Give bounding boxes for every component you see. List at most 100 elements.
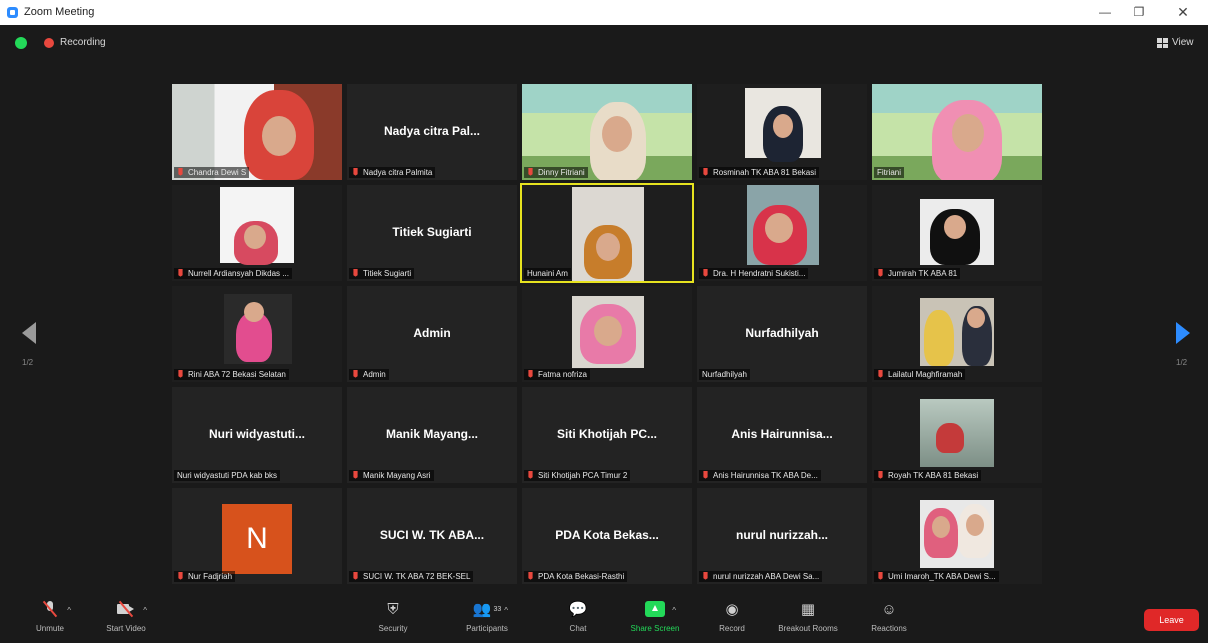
breakout-rooms-button[interactable]: ▦ Breakout Rooms — [773, 600, 843, 633]
participant-video — [172, 84, 342, 180]
participant-figure — [924, 310, 954, 366]
participant-name-label: Admin — [349, 369, 389, 380]
participant-face — [244, 302, 264, 322]
participants-button[interactable]: 👥 33 Participants ^ — [452, 600, 522, 633]
participants-count: 33 — [493, 605, 502, 613]
participant-tile[interactable]: N Nur Fadjriah — [172, 488, 342, 584]
active-speaker-tile[interactable]: Hunaini Am — [520, 183, 694, 283]
participant-name-label: Fatma nofriza — [524, 369, 590, 380]
participant-tile[interactable]: PDA Kota Bekas... PDA Kota Bekasi-Rasthi — [522, 488, 692, 584]
participant-tile[interactable]: Dinny Fitriani — [522, 84, 692, 180]
reactions-button[interactable]: ☺ Reactions — [854, 600, 924, 634]
security-label: Security — [378, 624, 408, 633]
participant-face — [966, 514, 984, 536]
chat-label: Chat — [569, 624, 587, 633]
recording-dot-icon — [44, 38, 54, 48]
recording-label[interactable]: Recording — [60, 37, 106, 48]
record-button[interactable]: ◉ Record — [697, 600, 767, 633]
meeting-top-bar: Recording View — [0, 25, 1208, 63]
participant-video — [872, 286, 1042, 382]
security-button[interactable]: ⛨ Security — [358, 600, 428, 634]
previous-page-arrow-icon[interactable] — [22, 322, 36, 344]
meeting-info-shield-icon[interactable] — [15, 37, 27, 49]
muted-mic-icon — [703, 269, 708, 277]
participant-video — [172, 185, 342, 281]
participant-tile[interactable]: Dra. H Hendratni Sukisti... — [697, 185, 867, 281]
participant-tile[interactable]: Siti Khotijah PC... Siti Khotijah PCA Ti… — [522, 387, 692, 483]
participant-tile[interactable]: nurul nurizzah... nurul nurizzah ABA Dew… — [697, 488, 867, 584]
participant-tile[interactable]: Umi Imaroh_TK ABA Dewi S... — [872, 488, 1042, 584]
page-indicator-right: 1/2 — [1176, 358, 1188, 367]
participant-tile[interactable]: Royah TK ABA 81 Bekasi — [872, 387, 1042, 483]
share-screen-label: Share Screen — [630, 624, 680, 633]
breakout-rooms-label: Breakout Rooms — [778, 624, 838, 633]
participant-tile[interactable]: Nuri widyastuti... Nuri widyastuti PDA k… — [172, 387, 342, 483]
audio-options-caret-icon[interactable]: ^ — [67, 606, 71, 615]
minimize-button[interactable]: — — [1090, 2, 1120, 22]
next-page-arrow-icon[interactable] — [1176, 322, 1190, 344]
participant-display-name: Titiek Sugiarti — [392, 225, 472, 239]
participant-name-label: nurul nurizzah ABA Dewi Sa... — [699, 571, 823, 582]
participant-tile[interactable]: Nurrell Ardiansyah Dikdas ... — [172, 185, 342, 281]
participant-tile[interactable]: SUCI W. TK ABA... SUCI W. TK ABA 72 BEK-… — [347, 488, 517, 584]
participant-display-name: SUCI W. TK ABA... — [379, 528, 485, 542]
participant-tile[interactable]: Fitriani — [872, 84, 1042, 180]
participant-face — [952, 114, 984, 152]
record-icon: ◉ — [725, 601, 739, 618]
participant-tile[interactable]: Nadya citra Pal... Nadya citra Palmita — [347, 84, 517, 180]
participant-name-label: Manik Mayang Asri — [349, 470, 434, 481]
unmute-button[interactable]: Unmute ^ — [15, 600, 85, 633]
participant-tile[interactable]: Rosminah TK ABA 81 Bekasi — [697, 84, 867, 180]
restore-button[interactable]: ❐ — [1124, 2, 1154, 22]
participant-video — [872, 185, 1042, 281]
participant-name-label: Royah TK ABA 81 Bekasi — [874, 470, 982, 481]
muted-mic-icon — [353, 471, 358, 479]
record-label: Record — [719, 624, 745, 633]
participant-display-name: Manik Mayang... — [385, 427, 479, 441]
participant-name-label: Rini ABA 72 Bekasi Selatan — [174, 369, 289, 380]
chat-bubble-icon: 💬 — [568, 601, 588, 618]
participants-icon: 👥 33 — [472, 601, 502, 618]
participant-face — [944, 215, 966, 239]
muted-mic-icon — [178, 269, 183, 277]
participant-video — [522, 286, 692, 382]
participant-name-label: Nurrell Ardiansyah Dikdas ... — [174, 268, 292, 279]
participant-display-name: Siti Khotijah PC... — [556, 427, 657, 441]
muted-mic-icon — [703, 168, 708, 176]
participant-tile[interactable]: Jumirah TK ABA 81 — [872, 185, 1042, 281]
participant-face — [602, 116, 632, 152]
participants-caret-icon[interactable]: ^ — [504, 606, 508, 615]
participant-name-label: Dra. H Hendratni Sukisti... — [699, 268, 809, 279]
participant-avatar: N — [222, 504, 292, 574]
muted-mic-icon — [178, 168, 183, 176]
video-options-caret-icon[interactable]: ^ — [143, 606, 147, 615]
share-screen-icon — [645, 600, 665, 618]
participant-tile[interactable]: Anis Hairunnisa... Anis Hairunnisa TK AB… — [697, 387, 867, 483]
share-screen-button[interactable]: Share Screen ^ — [620, 600, 690, 633]
participant-tile[interactable]: Titiek Sugiarti Titiek Sugiarti — [347, 185, 517, 281]
participant-video — [697, 185, 867, 281]
window-title: Zoom Meeting — [24, 6, 95, 18]
leave-meeting-button[interactable]: Leave — [1144, 609, 1199, 631]
grid-view-icon[interactable] — [1157, 38, 1168, 48]
participant-name-label: Dinny Fitriani — [524, 167, 588, 178]
participant-tile[interactable]: Fatma nofriza — [522, 286, 692, 382]
participant-display-name: Nadya citra Pal... — [383, 124, 481, 138]
reactions-smiley-icon: ☺ — [881, 600, 897, 618]
participant-name-label: Anis Hairunnisa TK ABA De... — [699, 470, 821, 481]
close-window-button[interactable]: ✕ — [1168, 2, 1198, 22]
participant-tile[interactable]: Nurfadhilyah Nurfadhilyah — [697, 286, 867, 382]
participant-tile[interactable]: Lailatul Maghfiramah — [872, 286, 1042, 382]
participant-tile[interactable]: Chandra Dewi S — [172, 84, 342, 180]
chat-button[interactable]: 💬 Chat — [543, 600, 613, 633]
share-options-caret-icon[interactable]: ^ — [672, 606, 676, 615]
participant-face — [244, 225, 266, 249]
start-video-button[interactable]: Start Video ^ — [91, 600, 161, 633]
muted-mic-icon — [878, 269, 883, 277]
participant-face — [967, 308, 985, 328]
participant-tile[interactable]: Manik Mayang... Manik Mayang Asri — [347, 387, 517, 483]
shield-icon: ⛨ — [387, 600, 399, 618]
view-button[interactable]: View — [1172, 37, 1194, 48]
participant-tile[interactable]: Admin Admin — [347, 286, 517, 382]
participant-tile[interactable]: Rini ABA 72 Bekasi Selatan — [172, 286, 342, 382]
